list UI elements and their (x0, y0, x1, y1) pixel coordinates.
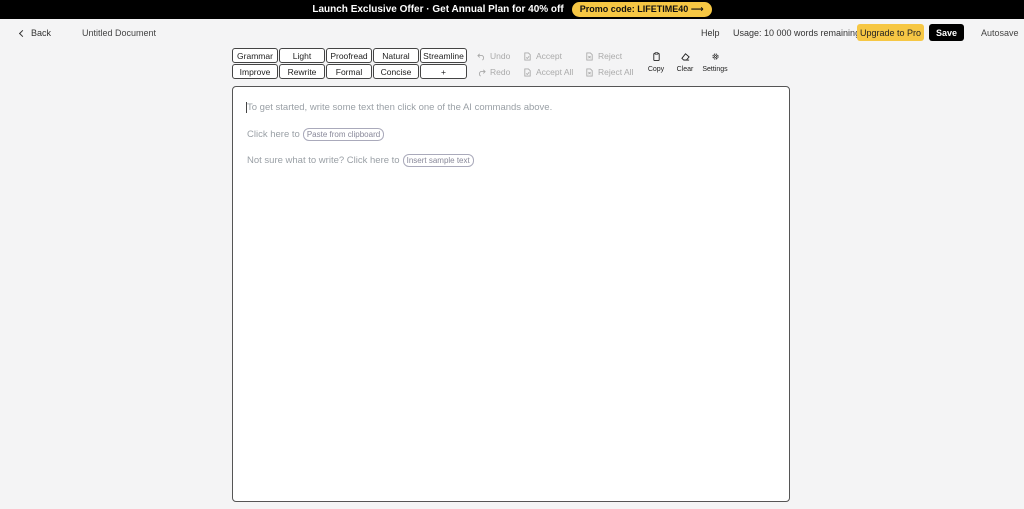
back-button[interactable]: Back (18, 28, 52, 38)
cmd-streamline[interactable]: Streamline (420, 48, 467, 63)
paste-prompt-row: Click here to Paste from clipboard (247, 128, 385, 141)
autosave-toggle[interactable]: Autosave (981, 28, 1019, 38)
chevron-left-icon (18, 29, 27, 37)
add-command-button[interactable]: + (420, 64, 467, 79)
undo-label: Undo (490, 51, 511, 61)
sample-prompt-text: Not sure what to write? Click here to (247, 155, 400, 166)
cmd-formal[interactable]: Formal (326, 64, 372, 79)
clear-button[interactable]: Clear (670, 52, 700, 73)
copy-label: Copy (647, 66, 665, 73)
help-link[interactable]: Help (701, 28, 720, 38)
eraser-icon (680, 53, 690, 61)
accept-all-button[interactable]: Accept All (523, 67, 573, 77)
cmd-natural[interactable]: Natural (373, 48, 419, 63)
redo-button[interactable]: Redo (477, 67, 510, 77)
editor-placeholder: To get started, write some text then cli… (247, 102, 553, 113)
document-check-icon (524, 51, 531, 61)
promo-code-button[interactable]: Promo code: LIFETIME40 ⟶ (571, 2, 712, 17)
document-x-icon (586, 51, 593, 61)
redo-icon (478, 68, 486, 76)
undo-icon (477, 52, 485, 60)
document-x-all-icon (586, 67, 593, 77)
reject-label: Reject (598, 51, 623, 61)
settings-button[interactable]: Settings (700, 52, 730, 73)
back-label: Back (31, 28, 52, 38)
redo-label: Redo (490, 67, 511, 77)
settings-label: Settings (702, 66, 728, 73)
clear-label: Clear (676, 66, 694, 73)
document-title[interactable]: Untitled Document (82, 28, 156, 38)
copy-button[interactable]: Copy (641, 52, 671, 73)
accept-all-label: Accept All (536, 67, 574, 77)
document-check-all-icon (524, 67, 531, 77)
cmd-light[interactable]: Light (279, 48, 325, 63)
promo-banner: Launch Exclusive Offer · Get Annual Plan… (0, 0, 1024, 19)
save-button[interactable]: Save (929, 24, 964, 41)
reject-button[interactable]: Reject (585, 51, 622, 61)
upgrade-button[interactable]: Upgrade to Pro (857, 24, 924, 41)
app-header: Back Untitled Document Help Usage: 10 00… (0, 19, 1024, 47)
undo-button[interactable]: Undo (477, 51, 510, 61)
gear-icon (711, 53, 719, 60)
cmd-improve[interactable]: Improve (232, 64, 278, 79)
promo-text: Launch Exclusive Offer · Get Annual Plan… (312, 4, 564, 15)
reject-all-label: Reject All (598, 67, 634, 77)
cmd-grammar[interactable]: Grammar (232, 48, 278, 63)
cmd-proofread[interactable]: Proofread (326, 48, 372, 63)
text-editor[interactable]: To get started, write some text then cli… (232, 86, 790, 502)
usage-indicator: Usage: 10 000 words remaining (733, 28, 861, 38)
insert-sample-text-button[interactable]: Insert sample text (402, 154, 474, 167)
cmd-concise[interactable]: Concise (373, 64, 419, 79)
reject-all-button[interactable]: Reject All (585, 67, 633, 77)
ai-command-grid: Grammar Light Proofread Natural Streamli… (232, 48, 467, 79)
clipboard-icon (652, 52, 660, 61)
paste-from-clipboard-button[interactable]: Paste from clipboard (302, 128, 385, 141)
cmd-rewrite[interactable]: Rewrite (279, 64, 325, 79)
sample-prompt-row: Not sure what to write? Click here to In… (247, 154, 474, 167)
accept-label: Accept (536, 51, 562, 61)
paste-prompt-text: Click here to (247, 129, 300, 140)
accept-button[interactable]: Accept (523, 51, 562, 61)
